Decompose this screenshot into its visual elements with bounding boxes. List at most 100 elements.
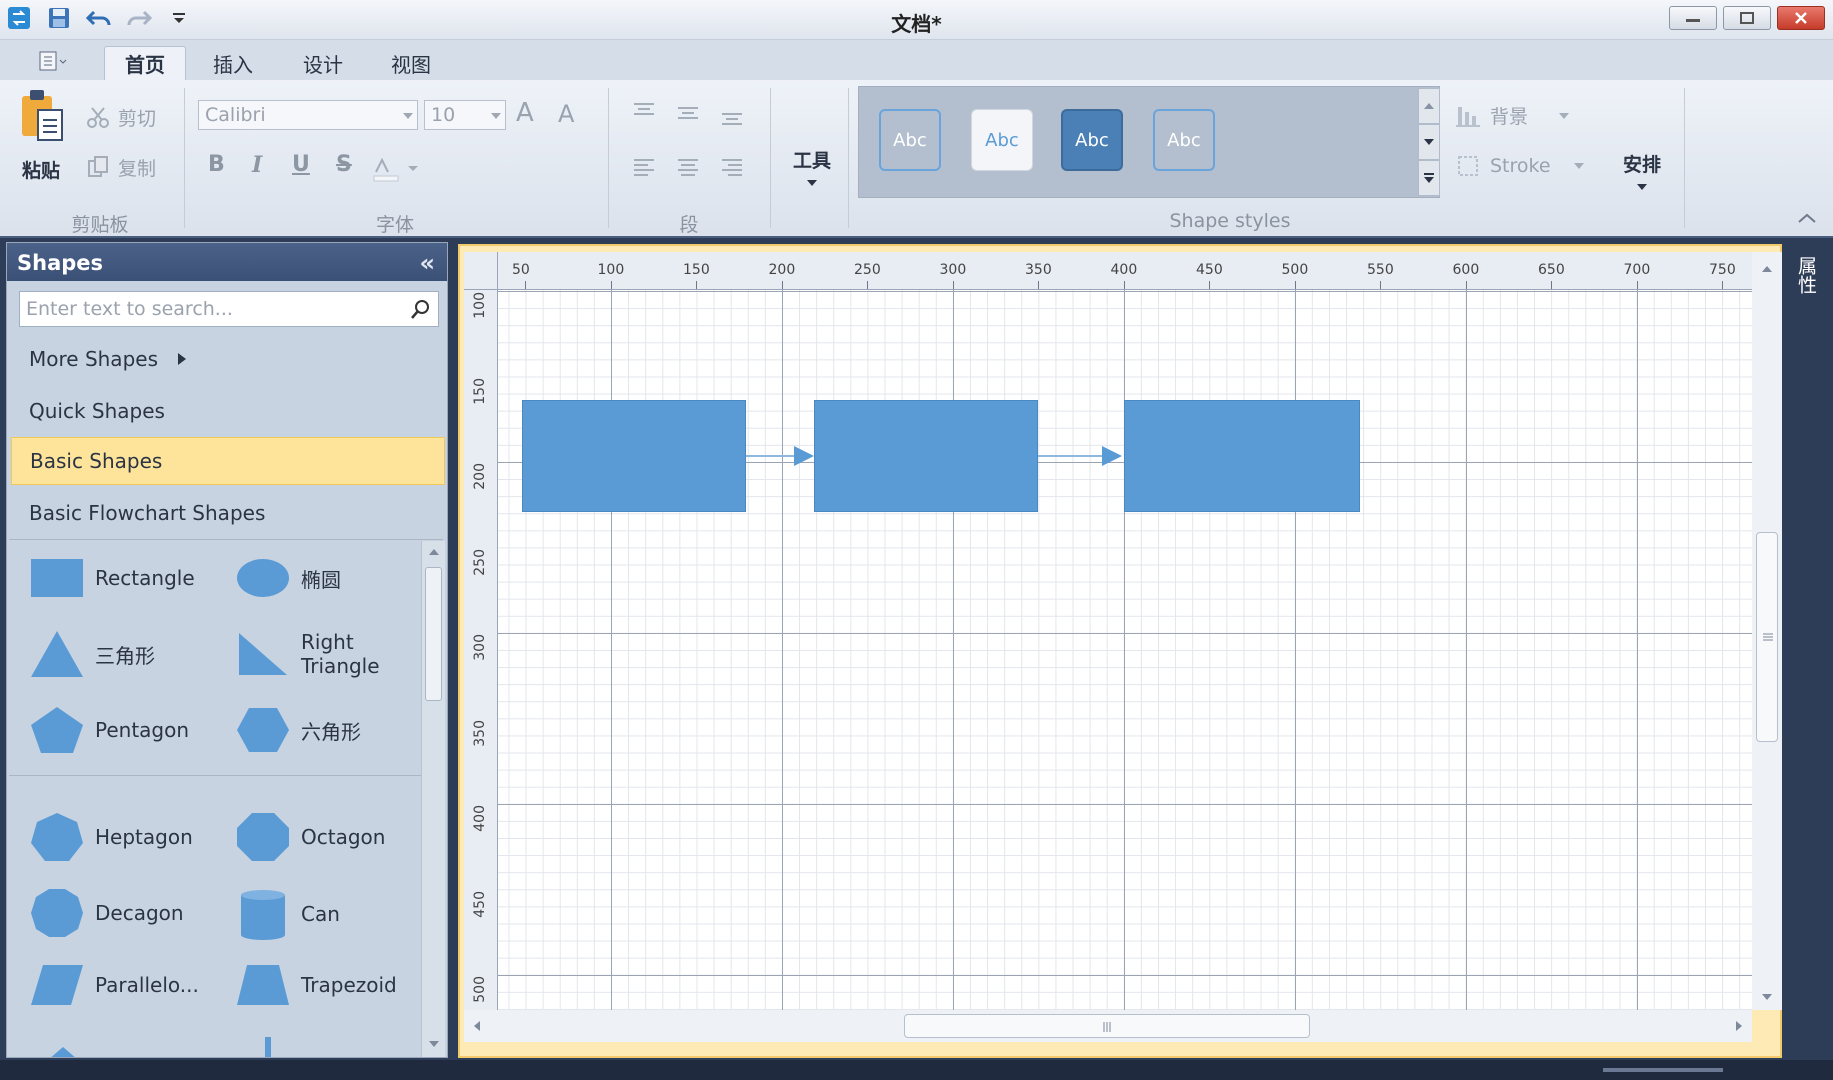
- separator: [848, 88, 849, 228]
- arrange-button[interactable]: 安排: [1616, 150, 1668, 196]
- shape-right-triangle[interactable]: Right Triangle: [235, 629, 391, 679]
- scroll-down-icon[interactable]: [1761, 992, 1773, 1002]
- shape-rectangle[interactable]: Rectangle: [29, 557, 195, 599]
- process-box-2[interactable]: [814, 400, 1038, 512]
- category-quick-shapes[interactable]: Quick Shapes: [11, 387, 445, 435]
- align-right-button[interactable]: [720, 156, 744, 182]
- ruler-tick: [610, 281, 612, 289]
- title-bar: 文档*: [0, 0, 1833, 40]
- grow-font-button[interactable]: A: [516, 98, 534, 128]
- shape-search-input[interactable]: Enter text to search...: [19, 291, 439, 327]
- align-center-button[interactable]: [676, 156, 700, 182]
- can-icon: [241, 890, 285, 940]
- shape-style-3[interactable]: Abc: [1061, 109, 1123, 171]
- shape-gallery: Rectangle 椭圆 三角形 Right Triangle Pentagon…: [9, 541, 421, 1057]
- shape-triangle[interactable]: 三角形: [29, 629, 155, 679]
- ruler-tick: [952, 281, 954, 289]
- properties-side-tab[interactable]: 属性: [1795, 256, 1820, 294]
- ruler-tick-label: 250: [472, 548, 488, 576]
- ruler-tick: [696, 281, 697, 289]
- chevron-down-icon: [1424, 139, 1434, 145]
- expand-icon: [1424, 173, 1434, 183]
- process-box-1[interactable]: [522, 400, 746, 512]
- search-icon[interactable]: [410, 298, 432, 320]
- ruler-tick-label: 150: [683, 262, 710, 278]
- collapse-ribbon-button[interactable]: [1796, 210, 1818, 230]
- zoom-slider[interactable]: [1603, 1068, 1723, 1072]
- tab-insert[interactable]: 插入: [196, 46, 270, 80]
- shape-octagon[interactable]: Octagon: [235, 811, 385, 863]
- cut-button[interactable]: 剪切: [86, 102, 156, 132]
- close-button[interactable]: [1777, 6, 1825, 30]
- shrink-font-button[interactable]: A: [558, 100, 574, 128]
- shapes-panel-header: Shapes «: [7, 243, 447, 281]
- shape-can[interactable]: Can: [235, 887, 340, 941]
- shapes-panel: Shapes « Enter text to search... More Sh…: [6, 242, 448, 1058]
- align-top-button[interactable]: [632, 100, 656, 126]
- minimize-button[interactable]: [1669, 6, 1717, 30]
- chevron-down-icon: [1573, 163, 1584, 169]
- copy-button[interactable]: 复制: [86, 152, 156, 182]
- separator: [770, 88, 771, 228]
- ruler-tick-label: 100: [472, 292, 488, 319]
- shape-style-4[interactable]: Abc: [1153, 109, 1215, 171]
- fill-icon: [1456, 106, 1480, 127]
- underline-button[interactable]: U: [292, 152, 310, 177]
- category-basic-shapes[interactable]: Basic Shapes: [11, 437, 445, 485]
- align-bottom-button[interactable]: [720, 110, 744, 136]
- collapse-panel-icon[interactable]: «: [419, 249, 435, 277]
- tab-home[interactable]: 首页: [104, 46, 186, 80]
- scroll-up-icon[interactable]: [428, 547, 440, 557]
- shape-hexagon[interactable]: 六角形: [235, 705, 361, 755]
- tab-view[interactable]: 视图: [374, 46, 448, 80]
- maximize-button[interactable]: [1723, 6, 1771, 30]
- font-color-button[interactable]: [372, 154, 424, 188]
- ruler-tick-label: 50: [512, 262, 530, 278]
- canvas-horizontal-scrollbar[interactable]: [464, 1010, 1752, 1042]
- canvas-vertical-scrollbar[interactable]: [1752, 252, 1782, 1010]
- vertical-ruler: 100 150 200 250 300 350 400 450 500: [464, 290, 498, 1010]
- font-size-select[interactable]: 10: [424, 100, 506, 130]
- italic-button[interactable]: I: [252, 152, 262, 178]
- bold-button[interactable]: B: [208, 152, 225, 177]
- file-menu-button[interactable]: [30, 47, 74, 75]
- grip-icon: [1763, 633, 1773, 641]
- category-more-shapes[interactable]: More Shapes: [11, 335, 445, 383]
- shape-heptagon[interactable]: Heptagon: [29, 811, 193, 863]
- drawing-canvas[interactable]: [498, 290, 1752, 1010]
- chevron-up-icon: [1424, 103, 1434, 109]
- process-box-3[interactable]: [1124, 400, 1360, 512]
- shape-style-1[interactable]: Abc: [879, 109, 941, 171]
- shape-decagon[interactable]: Decagon: [29, 887, 184, 939]
- stroke-button[interactable]: Stroke: [1456, 154, 1585, 178]
- separator: [1684, 88, 1685, 228]
- font-family-select[interactable]: Calibri: [198, 100, 418, 130]
- strikethrough-button[interactable]: S: [336, 152, 352, 177]
- shape-gallery-scrollbar[interactable]: [421, 541, 445, 1057]
- gallery-expand[interactable]: [1418, 160, 1440, 196]
- shape-pentagon[interactable]: Pentagon: [29, 705, 189, 755]
- category-basic-flowchart-shapes[interactable]: Basic Flowchart Shapes: [11, 489, 445, 537]
- scrollbar-thumb[interactable]: [1756, 532, 1778, 742]
- tools-button[interactable]: 工具: [786, 146, 838, 192]
- scroll-down-icon[interactable]: [428, 1039, 440, 1049]
- shape-trapezoid[interactable]: Trapezoid: [235, 963, 397, 1007]
- scrollbar-thumb[interactable]: [904, 1014, 1310, 1038]
- gallery-scroll-up[interactable]: [1418, 88, 1440, 124]
- ruler-tick-label: 350: [1025, 262, 1052, 278]
- fill-button[interactable]: 背景: [1456, 102, 1570, 129]
- chevron-down-icon: [807, 180, 817, 186]
- align-left-button[interactable]: [632, 156, 656, 182]
- shape-ellipse[interactable]: 椭圆: [235, 557, 341, 599]
- scroll-left-icon[interactable]: [472, 1020, 482, 1032]
- shape-style-2[interactable]: Abc: [971, 109, 1033, 171]
- gallery-scroll-down[interactable]: [1418, 124, 1440, 160]
- scroll-up-icon[interactable]: [1761, 264, 1773, 274]
- scrollbar-thumb[interactable]: [425, 567, 442, 701]
- scroll-right-icon[interactable]: [1734, 1020, 1744, 1032]
- paste-button[interactable]: 粘贴: [18, 86, 74, 206]
- shape-parallelogram[interactable]: Parallelo...: [29, 963, 199, 1007]
- trapezoid-icon: [237, 965, 289, 1005]
- align-middle-button[interactable]: [676, 104, 700, 130]
- tab-design[interactable]: 设计: [286, 46, 360, 80]
